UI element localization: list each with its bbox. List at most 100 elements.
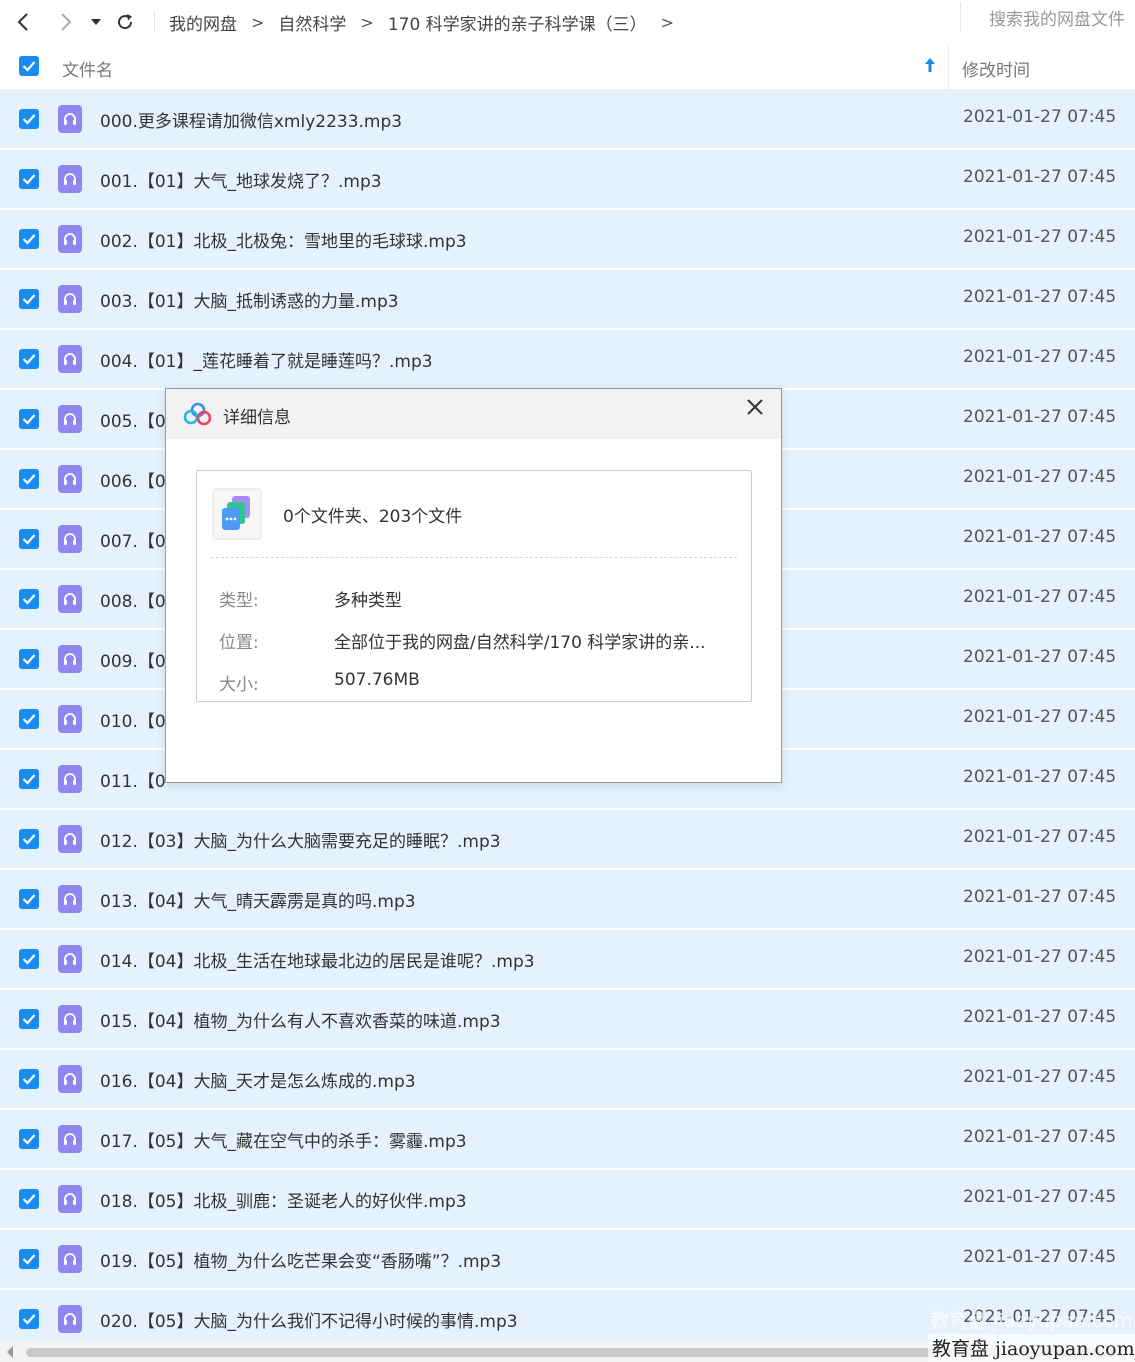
size-label: 大小: <box>219 675 259 695</box>
sort-ascending-icon[interactable] <box>924 57 936 77</box>
file-row[interactable]: 018.【05】北极_驯鹿：圣诞老人的好伙伴.mp3 2021-01-27 07:… <box>0 1170 1135 1230</box>
caret-down-icon <box>91 19 101 25</box>
row-checkbox[interactable] <box>19 1129 39 1149</box>
location-label: 位置: <box>219 633 259 653</box>
row-checkbox[interactable] <box>19 469 39 489</box>
file-name[interactable]: 010.【0 <box>100 707 166 732</box>
file-name[interactable]: 014.【04】北极_生活在地球最北边的居民是谁呢？.mp3 <box>100 947 535 972</box>
file-name[interactable]: 020.【05】大脑_为什么我们不记得小时候的事情.mp3 <box>100 1307 518 1332</box>
file-name[interactable]: 004.【01】_莲花睡着了就是睡莲吗？.mp3 <box>100 347 433 372</box>
file-name[interactable]: 018.【05】北极_驯鹿：圣诞老人的好伙伴.mp3 <box>100 1187 467 1212</box>
file-row[interactable]: 002.【01】北极_北极兔：雪地里的毛球球.mp3 2021-01-27 07:… <box>0 210 1135 270</box>
row-checkbox[interactable] <box>19 529 39 549</box>
audio-file-icon <box>58 1065 82 1093</box>
row-checkbox[interactable] <box>19 1249 39 1269</box>
row-checkbox[interactable] <box>19 349 39 369</box>
history-dropdown[interactable] <box>86 7 106 37</box>
file-name[interactable]: 001.【01】大气_地球发烧了？.mp3 <box>100 167 382 192</box>
dialog-title: 详细信息 <box>223 408 291 428</box>
file-row[interactable]: 000.更多课程请加微信xmly2233.mp3 2021-01-27 07:45 <box>0 90 1135 150</box>
file-row[interactable]: 019.【05】植物_为什么吃芒果会变“香肠嘴”？.mp3 2021-01-27 … <box>0 1230 1135 1290</box>
location-value: 全部位于我的网盘/自然科学/170 科学家讲的亲... <box>334 633 706 653</box>
file-name[interactable]: 013.【04】大气_晴天霹雳是真的吗.mp3 <box>100 887 416 912</box>
file-name[interactable]: 006.【0 <box>100 467 166 492</box>
watermark: 教育盘 jiaoyupan.com <box>928 1334 1135 1361</box>
type-label: 类型: <box>219 591 259 611</box>
row-checkbox[interactable] <box>19 169 39 189</box>
row-checkbox[interactable] <box>19 1309 39 1329</box>
row-checkbox[interactable] <box>19 769 39 789</box>
back-button[interactable] <box>0 7 46 37</box>
search-input[interactable]: 搜索我的网盘文件 <box>960 2 1135 32</box>
file-name[interactable]: 005.【0 <box>100 407 166 432</box>
audio-file-icon <box>58 945 82 973</box>
row-checkbox[interactable] <box>19 1009 39 1029</box>
refresh-button[interactable] <box>106 7 144 37</box>
file-name[interactable]: 002.【01】北极_北极兔：雪地里的毛球球.mp3 <box>100 227 467 252</box>
close-icon[interactable] <box>743 395 767 419</box>
row-checkbox[interactable] <box>19 829 39 849</box>
file-row[interactable]: 012.【03】大脑_为什么大脑需要充足的睡眠？.mp3 2021-01-27 0… <box>0 810 1135 870</box>
breadcrumb-item-category[interactable]: 自然科学 <box>274 10 350 35</box>
file-name[interactable]: 011.【0 <box>100 767 166 792</box>
check-icon <box>22 1314 36 1325</box>
file-name[interactable]: 009.【0 <box>100 647 166 672</box>
row-checkbox[interactable] <box>19 589 39 609</box>
file-row[interactable]: 013.【04】大气_晴天霹雳是真的吗.mp3 2021-01-27 07:45 <box>0 870 1135 930</box>
row-checkbox[interactable] <box>19 289 39 309</box>
file-modified-time: 2021-01-27 07:45 <box>963 1007 1117 1027</box>
file-name[interactable]: 016.【04】大脑_天才是怎么炼成的.mp3 <box>100 1067 416 1092</box>
forward-button[interactable] <box>46 7 86 37</box>
column-header-name[interactable]: 文件名 <box>62 56 113 81</box>
breadcrumb-separator: > <box>251 12 265 32</box>
file-name[interactable]: 012.【03】大脑_为什么大脑需要充足的睡眠？.mp3 <box>100 827 501 852</box>
dialog-divider <box>211 557 737 558</box>
breadcrumb-more-arrow[interactable]: > <box>651 13 684 32</box>
audio-file-icon <box>58 1185 82 1213</box>
row-checkbox[interactable] <box>19 709 39 729</box>
row-checkbox[interactable] <box>19 649 39 669</box>
check-icon <box>22 594 36 605</box>
check-icon <box>22 834 36 845</box>
column-header-modified-time[interactable]: 修改时间 <box>962 56 1030 81</box>
audio-file-icon <box>58 645 82 673</box>
row-checkbox[interactable] <box>19 1069 39 1089</box>
row-checkbox[interactable] <box>19 229 39 249</box>
file-name[interactable]: 000.更多课程请加微信xmly2233.mp3 <box>100 107 402 132</box>
file-name[interactable]: 003.【01】大脑_抵制诱惑的力量.mp3 <box>100 287 399 312</box>
row-checkbox[interactable] <box>19 109 39 129</box>
dialog-info-card: 0个文件夹、203个文件 类型: 多种类型 位置: 全部位于我的网盘/自然科学/… <box>196 470 752 702</box>
scroll-left-icon[interactable] <box>6 1346 14 1358</box>
watermark-ghost: 教育盘 jiaoyupan.com <box>930 1310 1133 1332</box>
file-modified-time: 2021-01-27 07:45 <box>963 827 1117 847</box>
file-row[interactable]: 004.【01】_莲花睡着了就是睡莲吗？.mp3 2021-01-27 07:45 <box>0 330 1135 390</box>
file-name[interactable]: 015.【04】植物_为什么有人不喜欢香菜的味道.mp3 <box>100 1007 501 1032</box>
check-icon <box>22 714 36 725</box>
file-name[interactable]: 019.【05】植物_为什么吃芒果会变“香肠嘴”？.mp3 <box>100 1247 501 1272</box>
breadcrumb-item-root[interactable]: 我的网盘 <box>165 10 241 35</box>
audio-file-icon <box>58 765 82 793</box>
file-modified-time: 2021-01-27 07:45 <box>963 887 1117 907</box>
file-name[interactable]: 008.【0 <box>100 587 166 612</box>
audio-file-icon <box>58 705 82 733</box>
file-row[interactable]: 016.【04】大脑_天才是怎么炼成的.mp3 2021-01-27 07:45 <box>0 1050 1135 1110</box>
file-name[interactable]: 017.【05】大气_藏在空气中的杀手：雾霾.mp3 <box>100 1127 467 1152</box>
list-header: 文件名 修改时间 <box>0 44 1135 90</box>
breadcrumb-separator: > <box>360 12 374 32</box>
row-checkbox[interactable] <box>19 409 39 429</box>
file-row[interactable]: 003.【01】大脑_抵制诱惑的力量.mp3 2021-01-27 07:45 <box>0 270 1135 330</box>
file-name[interactable]: 007.【0 <box>100 527 166 552</box>
file-row[interactable]: 001.【01】大气_地球发烧了？.mp3 2021-01-27 07:45 <box>0 150 1135 210</box>
row-checkbox[interactable] <box>19 889 39 909</box>
audio-file-icon <box>58 525 82 553</box>
check-icon <box>22 774 36 785</box>
file-row[interactable]: 015.【04】植物_为什么有人不喜欢香菜的味道.mp3 2021-01-27 0… <box>0 990 1135 1050</box>
chevron-left-icon <box>17 13 28 31</box>
breadcrumb-item-current[interactable]: 170 科学家讲的亲子科学课（三） <box>384 10 651 35</box>
row-checkbox[interactable] <box>19 949 39 969</box>
file-row[interactable]: 017.【05】大气_藏在空气中的杀手：雾霾.mp3 2021-01-27 07:… <box>0 1110 1135 1170</box>
file-row[interactable]: 014.【04】北极_生活在地球最北边的居民是谁呢？.mp3 2021-01-27… <box>0 930 1135 990</box>
file-modified-time: 2021-01-27 07:45 <box>963 1187 1117 1207</box>
row-checkbox[interactable] <box>19 1189 39 1209</box>
select-all-checkbox[interactable] <box>19 56 39 76</box>
